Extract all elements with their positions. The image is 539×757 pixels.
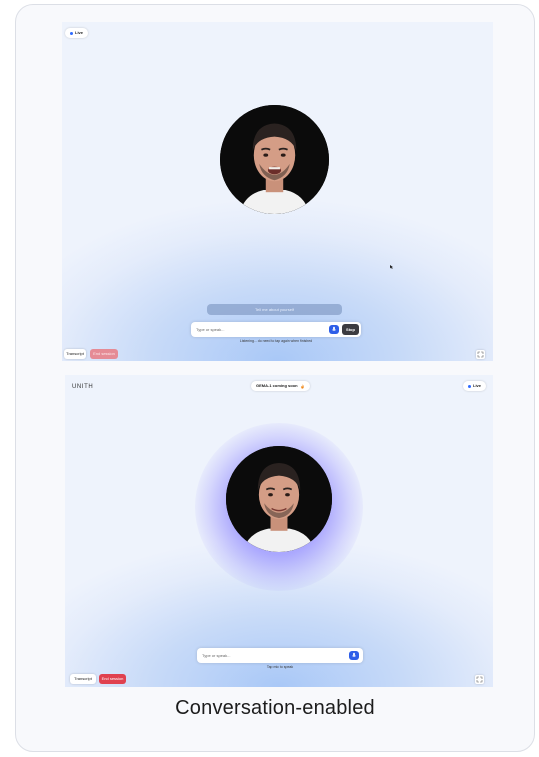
caption: Conversation-enabled: [175, 697, 375, 719]
announcement-text: GEMA-1 coming soon: [256, 383, 298, 388]
mic-button[interactable]: [349, 651, 359, 660]
fullscreen-button[interactable]: [475, 675, 484, 684]
transcript-button[interactable]: Transcript: [64, 349, 86, 359]
mouse-cursor-icon: [390, 265, 394, 269]
tap-mic-hint: Tap mic to speak: [266, 665, 294, 669]
avatar-face-icon: [226, 446, 332, 552]
mic-icon: [331, 326, 337, 332]
avatar-face-icon: [220, 105, 329, 214]
transcript-button[interactable]: Transcript: [70, 674, 96, 684]
end-session-button[interactable]: End session: [99, 674, 126, 684]
brand-logo: UNITH: [72, 384, 94, 390]
suggestion-chip[interactable]: Tell me about yourself: [207, 304, 342, 315]
mic-icon: [351, 652, 357, 658]
live-label: Live: [473, 383, 482, 388]
listening-hint: Listening... do need to tap again when f…: [239, 339, 313, 343]
avatar: [220, 105, 329, 214]
live-dot-icon: [468, 384, 471, 388]
mic-button[interactable]: [329, 325, 339, 334]
fullscreen-icon: [476, 676, 483, 683]
stop-button[interactable]: Stop: [342, 324, 359, 335]
avatar: [226, 446, 332, 552]
live-badge: Live: [65, 28, 89, 38]
live-dot-icon: [70, 31, 73, 35]
avatar-session-idle: UNITH GEMA-1 coming soon Live Type or sp…: [65, 375, 493, 687]
chat-input-bar: Stop: [191, 322, 361, 337]
message-input[interactable]: [202, 650, 342, 661]
fire-icon: [300, 383, 304, 389]
chat-input-bar: [197, 648, 363, 663]
message-input[interactable]: [196, 324, 316, 335]
announcement-badge[interactable]: GEMA-1 coming soon: [251, 381, 310, 391]
avatar-session-listening: Live Tell me about yourself Stop: [62, 22, 493, 361]
live-badge: Live: [463, 381, 487, 391]
fullscreen-icon: [477, 351, 484, 358]
fullscreen-button[interactable]: [476, 350, 485, 359]
end-session-button[interactable]: End session: [90, 349, 118, 359]
live-label: Live: [75, 30, 84, 35]
